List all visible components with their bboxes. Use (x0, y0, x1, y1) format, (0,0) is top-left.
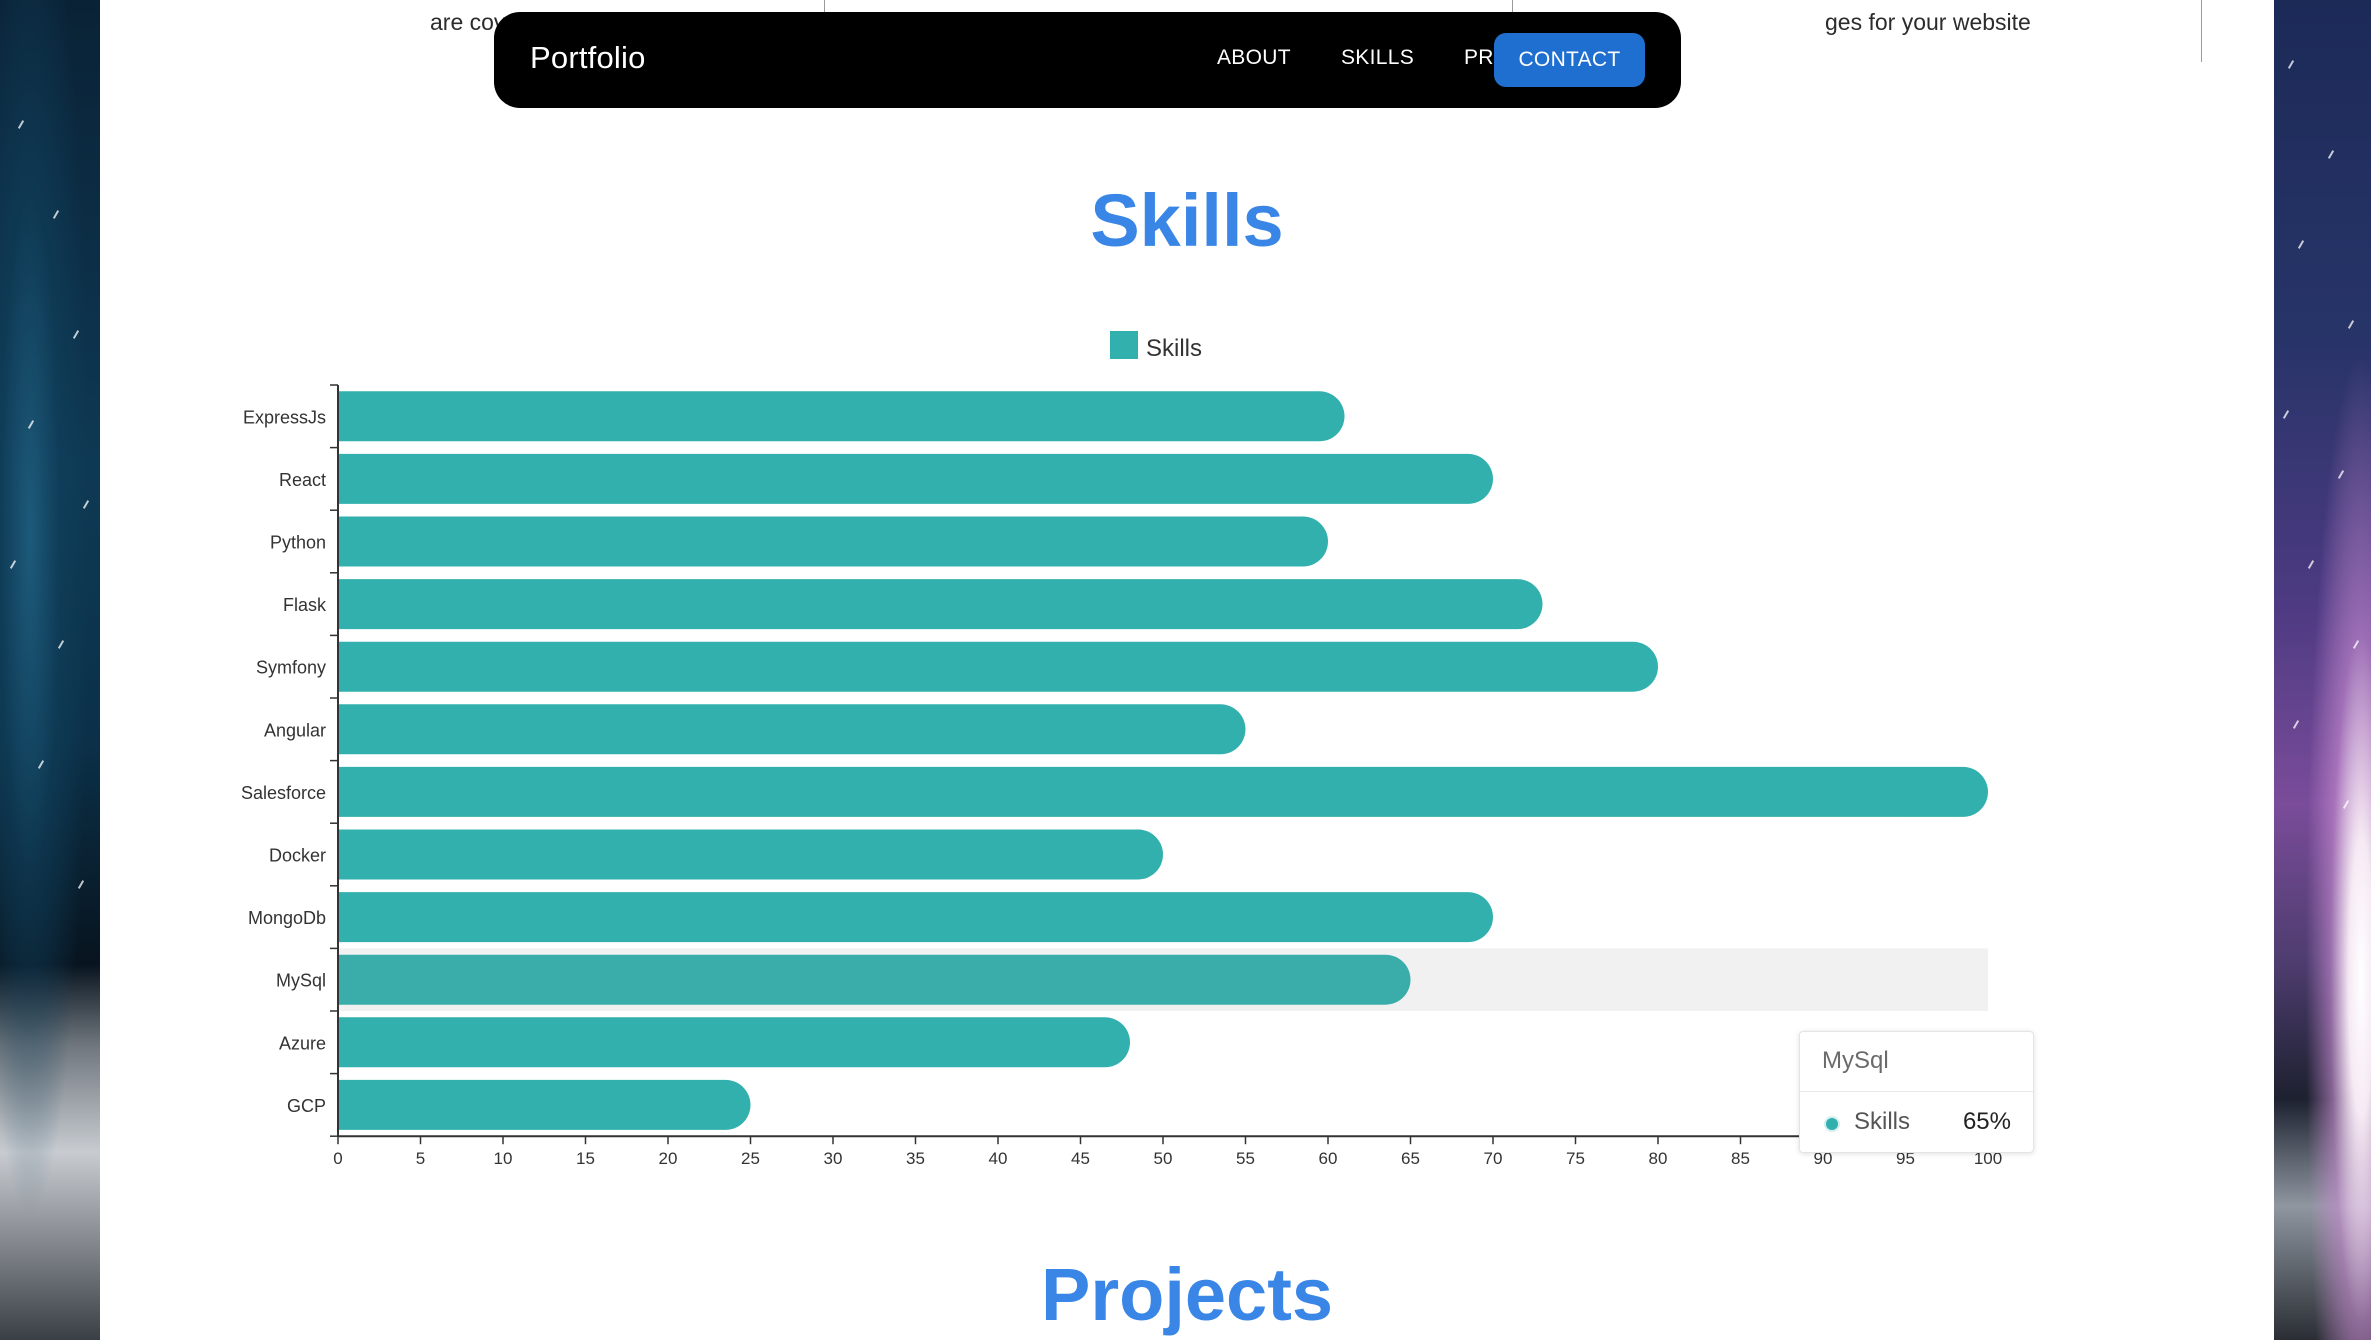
legend-label: Skills (1146, 335, 1202, 362)
bar-flask (338, 579, 1543, 630)
x-tick-label: 55 (1236, 1149, 1255, 1168)
x-tick-label: 40 (989, 1149, 1008, 1168)
x-tick-label: 45 (1071, 1149, 1090, 1168)
brand-logo[interactable]: Portfolio (530, 40, 646, 76)
bar-gcp (338, 1079, 751, 1130)
contact-button[interactable]: CONTACT (1494, 33, 1645, 87)
background-left (0, 0, 100, 1340)
bar-salesforce (338, 766, 1988, 817)
x-tick-label: 50 (1154, 1149, 1173, 1168)
background-right (2274, 0, 2371, 1340)
x-tick-label: 65 (1401, 1149, 1420, 1168)
x-tick-label: 15 (576, 1149, 595, 1168)
y-tick-label: Symfony (256, 658, 326, 678)
projects-heading: Projects (1040, 1253, 1334, 1336)
y-tick-label: Angular (264, 720, 326, 740)
x-tick-label: 85 (1731, 1149, 1750, 1168)
x-tick-label: 35 (906, 1149, 925, 1168)
y-tick-label: GCP (287, 1096, 326, 1116)
tooltip-series-dot (1826, 1118, 1838, 1130)
x-tick-label: 70 (1484, 1149, 1503, 1168)
service-card-text-right: ges for your website (1825, 9, 2031, 35)
tooltip-title: MySql (1822, 1047, 1889, 1074)
nav-about[interactable]: ABOUT (1217, 46, 1291, 70)
y-tick-label: ExpressJs (243, 407, 326, 427)
y-tick-label: Flask (283, 595, 327, 615)
x-tick-label: 0 (333, 1149, 342, 1168)
y-tick-label: MySql (276, 971, 326, 991)
y-tick-label: Docker (269, 846, 326, 866)
x-tick-label: 5 (416, 1149, 425, 1168)
bar-react (338, 453, 1493, 504)
card-divider (2201, 0, 2202, 62)
x-tick-label: 20 (659, 1149, 678, 1168)
bar-angular (338, 704, 1246, 755)
x-tick-label: 25 (741, 1149, 760, 1168)
bar-python (338, 516, 1328, 567)
chart-tooltip: MySql Skills 65% (1799, 1031, 2034, 1153)
bar-expressjs (338, 391, 1345, 442)
bar-docker (338, 829, 1163, 880)
x-tick-label: 75 (1566, 1149, 1585, 1168)
tooltip-series-label: Skills (1854, 1108, 1911, 1135)
y-tick-label: Azure (279, 1033, 326, 1053)
legend-swatch (1110, 331, 1138, 359)
x-tick-label: 10 (494, 1149, 513, 1168)
nav-skills[interactable]: SKILLS (1341, 46, 1414, 70)
navbar: Portfolio ABOUT SKILLS PROJECTS CONTACT (494, 12, 1681, 108)
bar-mongodb (338, 892, 1493, 943)
skills-heading: Skills (1090, 179, 1284, 262)
x-tick-label: 30 (824, 1149, 843, 1168)
y-tick-label: Python (270, 533, 326, 553)
x-tick-label: 80 (1649, 1149, 1668, 1168)
tooltip-value: 65% (1962, 1108, 2011, 1135)
bar-symfony (338, 641, 1658, 692)
bar-mysql (338, 954, 1411, 1005)
x-tick-label: 60 (1319, 1149, 1338, 1168)
y-tick-label: React (279, 470, 326, 490)
y-tick-label: MongoDb (248, 908, 326, 928)
tooltip-divider (1800, 1091, 2033, 1092)
y-tick-label: Salesforce (241, 783, 326, 803)
bar-azure (338, 1017, 1130, 1068)
